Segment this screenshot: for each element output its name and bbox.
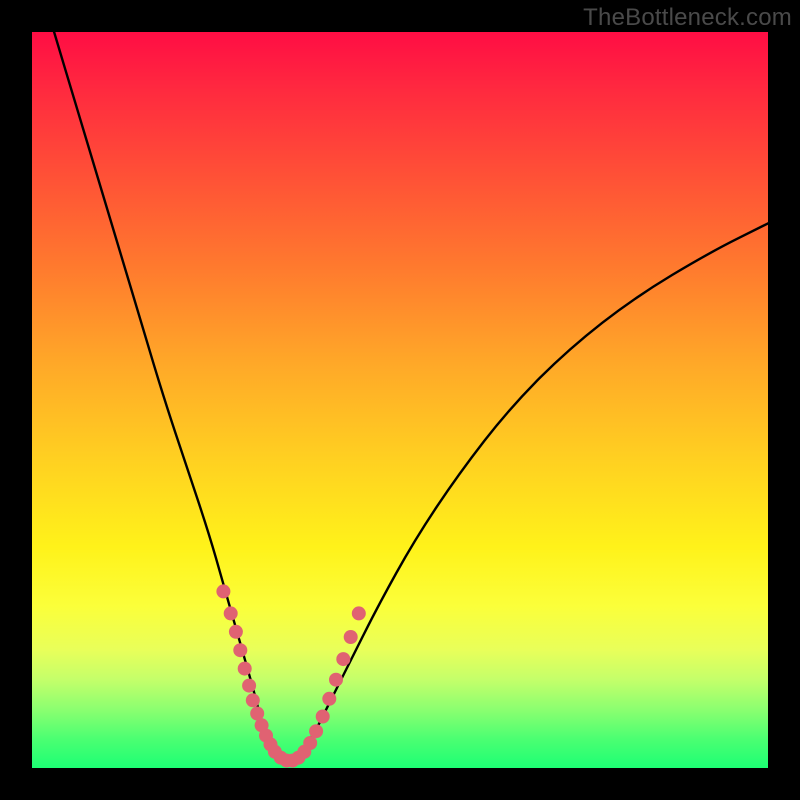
marker-dot (336, 652, 350, 666)
marker-dot (224, 606, 238, 620)
chart-frame: TheBottleneck.com (0, 0, 800, 800)
marker-dot (309, 724, 323, 738)
marker-dot (344, 630, 358, 644)
marker-dot (246, 693, 260, 707)
marker-dot (352, 606, 366, 620)
marker-dot (238, 662, 252, 676)
marker-dot (242, 679, 256, 693)
marker-dot (229, 625, 243, 639)
marker-dot (322, 692, 336, 706)
marker-dot (233, 643, 247, 657)
chart-svg (32, 32, 768, 768)
marker-dot (216, 584, 230, 598)
bottleneck-curve (54, 32, 768, 761)
marker-dot (316, 710, 330, 724)
marker-dot (329, 673, 343, 687)
watermark-text: TheBottleneck.com (583, 4, 792, 32)
